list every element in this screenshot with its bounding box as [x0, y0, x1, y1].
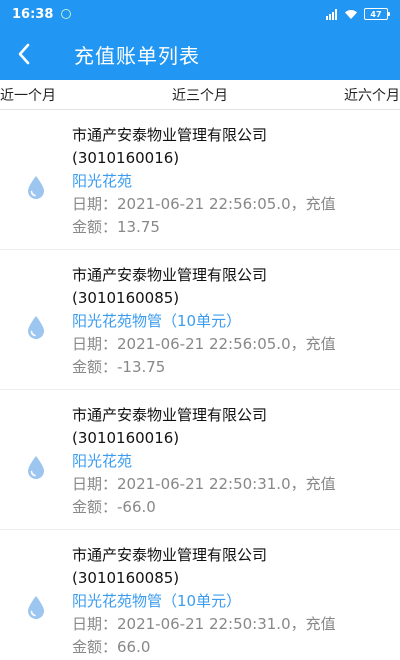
record-amount: 金额：-66.0: [72, 498, 156, 516]
recharge-record-list: 市通产安泰物业管理有限公司 (3010160016) 阳光花苑 日期：2021-…: [0, 110, 400, 660]
record-date: 日期：2021-06-21 22:56:05.0，充值: [72, 195, 336, 213]
account-number: (3010160085): [72, 289, 180, 307]
record-amount: 金额：13.75: [72, 218, 160, 236]
chevron-left-icon: [18, 43, 30, 65]
record-amount: 金额：-13.75: [72, 358, 166, 376]
tab-six-months[interactable]: 近六个月: [344, 85, 400, 105]
water-drop-icon: [28, 175, 44, 199]
battery-icon: 47: [364, 8, 390, 20]
notification-icon: [61, 9, 72, 19]
account-number: (3010160016): [72, 429, 180, 447]
company-name: 市通产安泰物业管理有限公司: [72, 266, 268, 284]
back-button[interactable]: [0, 28, 48, 80]
status-bar: 16:38 47: [0, 0, 400, 28]
time-range-tabs: 近一个月 近三个月 近六个月: [0, 80, 400, 110]
water-drop-icon: [28, 315, 44, 339]
tab-three-months[interactable]: 近三个月: [172, 85, 228, 105]
signal-icon: [326, 8, 337, 20]
community-name: 阳光花苑: [72, 452, 133, 470]
company-name: 市通产安泰物业管理有限公司: [72, 406, 268, 424]
water-drop-icon: [28, 595, 44, 619]
list-item[interactable]: 市通产安泰物业管理有限公司 (3010160016) 阳光花苑 日期：2021-…: [0, 110, 400, 250]
wifi-icon: [344, 9, 357, 19]
app-bar: 充值账单列表: [0, 28, 400, 80]
account-number: (3010160085): [72, 569, 180, 587]
community-name: 阳光花苑物管（10单元）: [72, 592, 242, 610]
company-name: 市通产安泰物业管理有限公司: [72, 126, 268, 144]
company-name: 市通产安泰物业管理有限公司: [72, 546, 268, 564]
list-item[interactable]: 市通产安泰物业管理有限公司 (3010160016) 阳光花苑 日期：2021-…: [0, 390, 400, 530]
tab-one-month[interactable]: 近一个月: [0, 85, 56, 105]
account-number: (3010160016): [72, 149, 180, 167]
record-date: 日期：2021-06-21 22:50:31.0，充值: [72, 615, 336, 633]
list-item[interactable]: 市通产安泰物业管理有限公司 (3010160085) 阳光花苑物管（10单元） …: [0, 530, 400, 660]
record-amount: 金额：66.0: [72, 638, 151, 656]
community-name: 阳光花苑: [72, 172, 133, 190]
status-time: 16:38: [12, 6, 54, 22]
battery-level: 47: [370, 9, 382, 19]
record-date: 日期：2021-06-21 22:56:05.0，充值: [72, 335, 336, 353]
record-date: 日期：2021-06-21 22:50:31.0，充值: [72, 475, 336, 493]
community-name: 阳光花苑物管（10单元）: [72, 312, 242, 330]
water-drop-icon: [28, 455, 44, 479]
page-title: 充值账单列表: [74, 43, 200, 68]
list-item[interactable]: 市通产安泰物业管理有限公司 (3010160085) 阳光花苑物管（10单元） …: [0, 250, 400, 390]
